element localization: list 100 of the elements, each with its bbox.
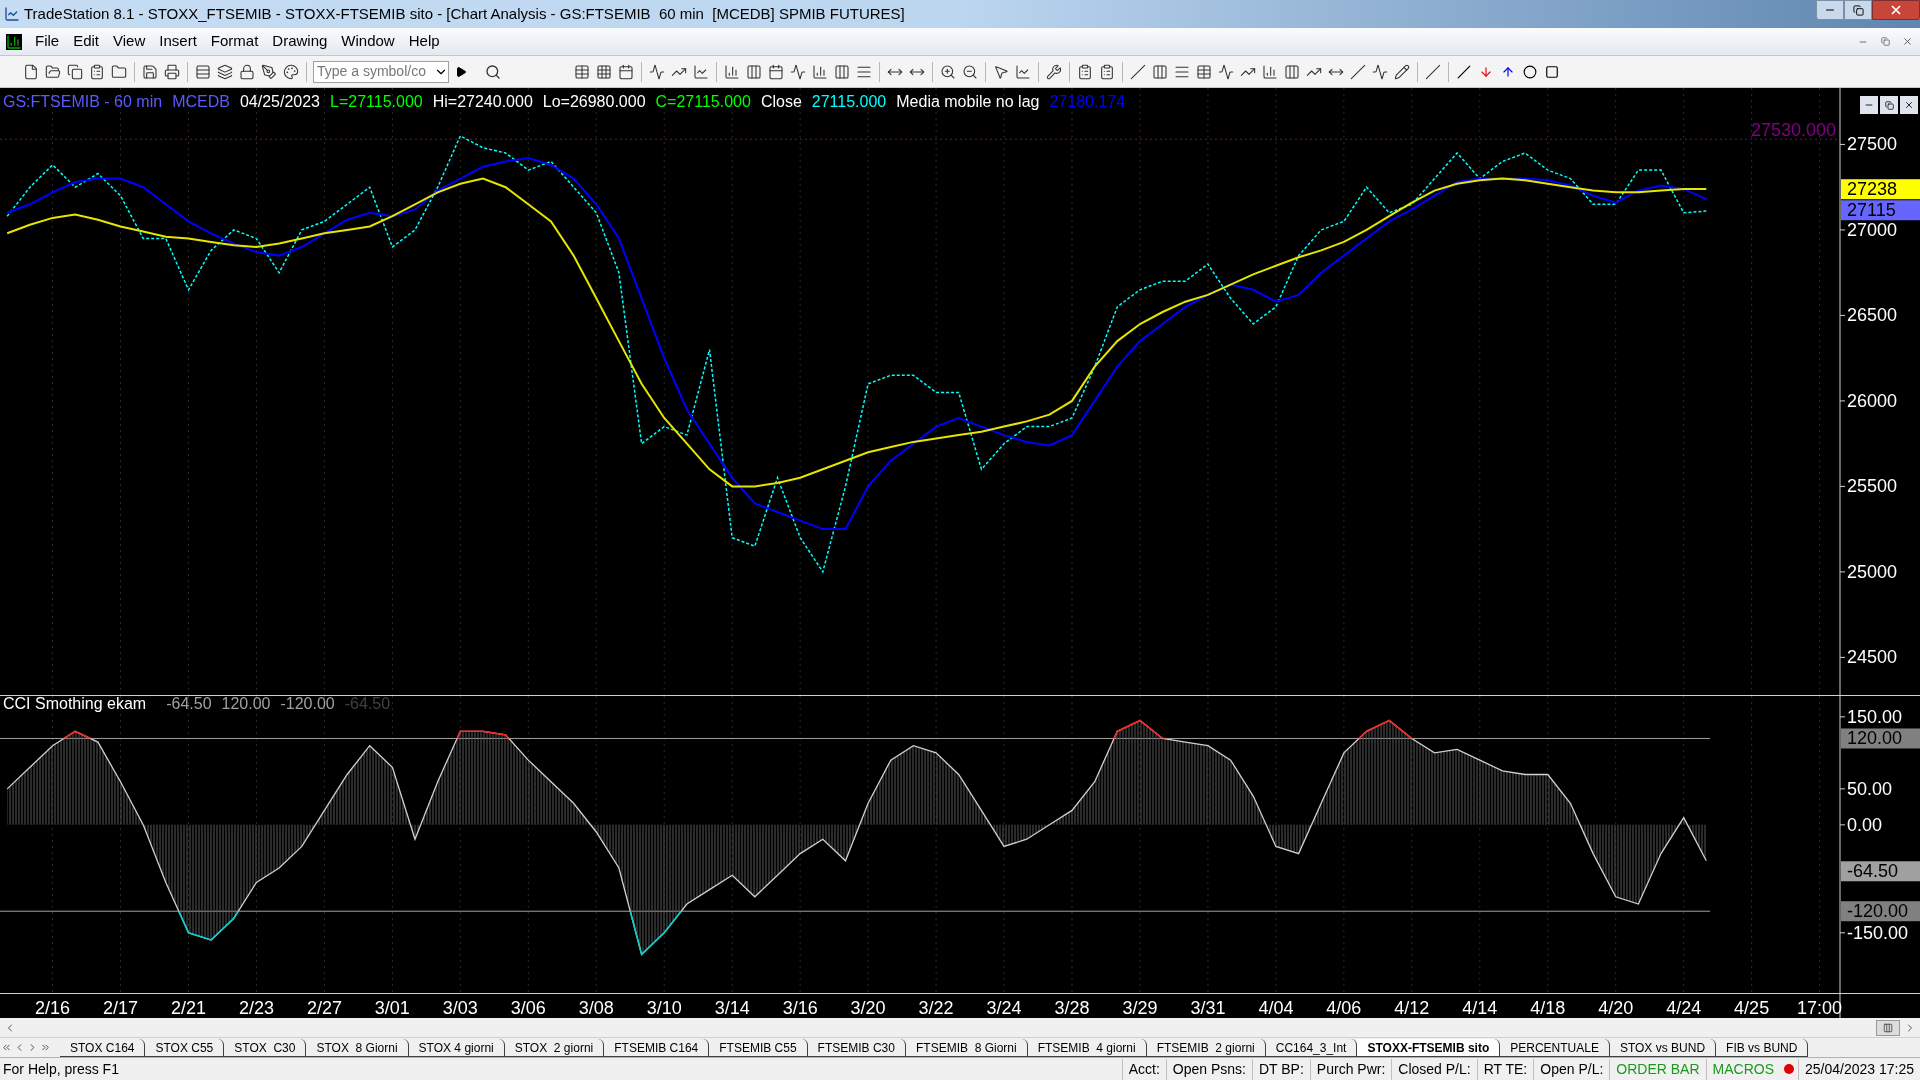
workspace-tab[interactable]: STOX C30 xyxy=(224,1038,307,1057)
calendar-icon[interactable] xyxy=(618,63,634,80)
workspace-tab[interactable]: STOX 4 giorni xyxy=(408,1038,505,1057)
axis-label: 26500 xyxy=(1847,305,1898,326)
symbol-field[interactable]: Type a symbol/co xyxy=(313,60,449,83)
legend-text: 04/25/2023 xyxy=(239,92,320,112)
table-icon[interactable] xyxy=(574,63,590,80)
minimize-button[interactable] xyxy=(1816,0,1844,20)
workspace-tab[interactable]: FTSEMIB C164 xyxy=(604,1038,710,1057)
calendar-icon[interactable] xyxy=(768,63,784,80)
play-icon[interactable] xyxy=(455,65,467,78)
date-label: 3/22 xyxy=(918,998,954,1018)
workspace-tab[interactable]: STOXX-FTSEMIB sito xyxy=(1357,1038,1501,1057)
legend-text: GS:FTSEMIB - 60 min xyxy=(3,92,163,112)
bar-chart-icon[interactable] xyxy=(724,63,740,80)
activity-icon[interactable] xyxy=(649,63,665,80)
close-button[interactable] xyxy=(1872,0,1920,20)
status-field: RT TE: xyxy=(1476,1058,1534,1080)
workspace-tab[interactable]: CC164_3_Int xyxy=(1265,1038,1358,1057)
date-label: 2/27 xyxy=(306,998,342,1018)
zoom-out-icon[interactable] xyxy=(962,63,978,80)
status-field: MACROS xyxy=(1705,1058,1780,1080)
rectangle-icon[interactable] xyxy=(1545,64,1559,79)
list-icon[interactable] xyxy=(1077,63,1093,80)
trendline-icon[interactable] xyxy=(1130,63,1146,80)
menu-item[interactable]: Window xyxy=(334,30,402,53)
menu-item[interactable]: View xyxy=(106,30,153,53)
workspace-tab[interactable]: STOX 2 giorni xyxy=(504,1038,605,1057)
legend-text: L=27115.000 xyxy=(330,92,423,112)
up-arrow-icon[interactable] xyxy=(1501,64,1515,79)
workspace-tab[interactable]: STOX C164 xyxy=(60,1038,146,1057)
workspace-tab[interactable]: FIB vs BUND xyxy=(1716,1038,1809,1057)
tab-scroll-icon[interactable] xyxy=(40,1042,51,1053)
new-file-icon[interactable] xyxy=(23,63,39,80)
workspace-tab[interactable]: FTSEMIB 8 Giorni xyxy=(905,1038,1028,1057)
scroll-thumb[interactable] xyxy=(1876,1019,1900,1036)
palette-icon[interactable] xyxy=(283,63,299,80)
menu-item[interactable]: Edit xyxy=(66,30,107,53)
folder-icon[interactable] xyxy=(111,63,127,80)
axis-label: 27000 xyxy=(1847,219,1898,240)
note-icon[interactable] xyxy=(1099,63,1115,80)
workspace-tab[interactable]: FTSEMIB 2 giorni xyxy=(1146,1038,1266,1057)
vertical-lines-icon[interactable] xyxy=(1152,63,1168,80)
legend-text: -64.50 xyxy=(344,694,391,714)
axis-label: 25000 xyxy=(1847,561,1898,582)
axis-label: 27500 xyxy=(1847,134,1898,155)
lines-icon[interactable] xyxy=(1284,63,1300,80)
workspace-tab[interactable]: FTSEMIB C55 xyxy=(709,1038,808,1057)
bars-icon[interactable] xyxy=(834,63,850,80)
menu-item[interactable]: File xyxy=(28,30,67,53)
maximize-button[interactable] xyxy=(1844,0,1872,20)
status-field: Purch Pwr: xyxy=(1309,1058,1392,1080)
axis-label: 26000 xyxy=(1847,390,1898,411)
axis-label: 150.00 xyxy=(1847,706,1903,727)
restore-button[interactable] xyxy=(1880,96,1898,114)
workspace-tab[interactable]: FTSEMIB 4 giorni xyxy=(1027,1038,1147,1057)
minimize-button[interactable] xyxy=(1860,96,1878,114)
chart-window-icon[interactable] xyxy=(6,33,22,50)
menu-item[interactable]: Format xyxy=(203,30,266,53)
menu-item[interactable]: Help xyxy=(401,30,447,53)
pen-icon[interactable] xyxy=(261,63,277,80)
pointer-icon[interactable] xyxy=(993,63,1009,80)
legend-text: CCI Smothing ekam xyxy=(3,694,147,714)
workspace-tab[interactable]: STOX vs BUND xyxy=(1609,1038,1717,1057)
zoom-in-icon[interactable] xyxy=(940,63,956,80)
save-icon[interactable] xyxy=(142,63,158,80)
date-label: 3/28 xyxy=(1054,998,1090,1018)
bar-chart-icon[interactable] xyxy=(812,63,828,80)
restore-icon xyxy=(1884,100,1894,110)
chart-icon[interactable] xyxy=(1015,63,1031,80)
axis-label: -150.00 xyxy=(1847,922,1909,943)
menu-item[interactable]: Drawing xyxy=(265,30,335,53)
ellipse-icon[interactable] xyxy=(1523,64,1537,79)
date-label: 3/29 xyxy=(1122,998,1158,1018)
close-button[interactable] xyxy=(1900,96,1918,114)
tab-scroll-icon[interactable] xyxy=(1,1042,12,1053)
workspace-tab[interactable]: STOX 8 Giorni xyxy=(306,1038,409,1057)
grid-icon[interactable] xyxy=(596,63,612,80)
layers-icon[interactable] xyxy=(217,63,233,80)
search-icon[interactable] xyxy=(485,63,501,80)
columns-icon[interactable] xyxy=(746,63,762,80)
wave-icon[interactable] xyxy=(790,63,806,80)
workspace-tab[interactable]: FTSEMIB C30 xyxy=(807,1038,906,1057)
clipboard-icon[interactable] xyxy=(89,63,105,80)
down-arrow-icon[interactable] xyxy=(1479,64,1493,79)
open-folder-icon[interactable] xyxy=(45,63,61,80)
printer-icon[interactable] xyxy=(164,63,180,80)
table-icon[interactable] xyxy=(1196,63,1212,80)
line-chart-icon[interactable] xyxy=(693,63,709,80)
workspace-tab[interactable]: PERCENTUALE xyxy=(1500,1038,1610,1057)
reference-label: 27530.000 xyxy=(1750,120,1836,141)
pencil-icon[interactable] xyxy=(1394,63,1410,80)
menu-item[interactable]: Insert xyxy=(152,30,204,53)
copy-icon[interactable] xyxy=(67,63,83,80)
lock-icon[interactable] xyxy=(239,63,255,80)
workspace-tab[interactable]: STOX C55 xyxy=(145,1038,225,1057)
axis-label: 24500 xyxy=(1847,647,1898,668)
date-label: 4/06 xyxy=(1326,998,1362,1018)
restore-icon xyxy=(1880,37,1890,46)
tools-icon[interactable] xyxy=(1046,63,1062,80)
